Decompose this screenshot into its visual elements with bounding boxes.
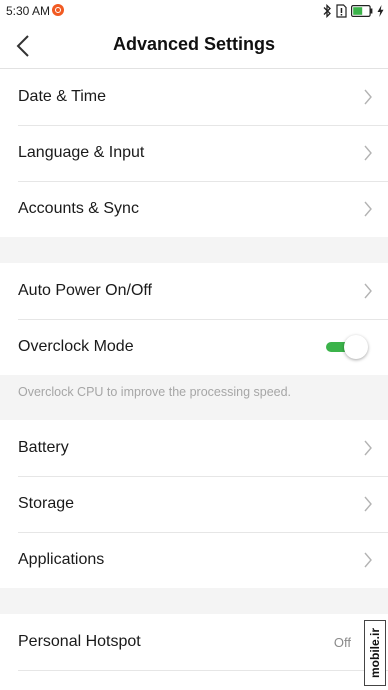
applications-row[interactable]: Applications [0, 532, 388, 588]
auto-power-row[interactable]: Auto Power On/Off [0, 263, 388, 319]
battery-row[interactable]: Battery [0, 420, 388, 476]
page-title: Advanced Settings [112, 34, 276, 54]
personal-hotspot-row[interactable]: Personal Hotspot Off [0, 614, 388, 670]
date-time-row[interactable]: Date & Time [0, 69, 388, 125]
row-label: Personal Hotspot [18, 633, 141, 650]
chevron-right-icon [364, 201, 372, 217]
status-icons [322, 3, 384, 19]
bluetooth-icon [322, 4, 332, 18]
header: Advanced Settings [0, 22, 388, 69]
accounts-sync-row[interactable]: Accounts & Sync [0, 181, 388, 237]
chevron-right-icon [364, 89, 372, 105]
row-label: Storage [18, 495, 75, 512]
row-label: Auto Power On/Off [18, 282, 152, 299]
chevron-right-icon [364, 552, 372, 568]
watermark-text: mobile.ir [368, 627, 382, 679]
charging-icon [377, 5, 384, 17]
battery-icon [351, 5, 373, 17]
toggle-knob [344, 335, 368, 359]
language-input-row[interactable]: Language & Input [0, 125, 388, 181]
settings-group-general: Date & Time Language & Input Accounts & … [0, 69, 388, 237]
chevron-right-icon [364, 283, 372, 299]
settings-group-network: Personal Hotspot Off [0, 614, 388, 690]
watermark-logo: mobile.ir [364, 620, 386, 686]
chevron-right-icon [364, 440, 372, 456]
status-time: 5:30 AM [6, 4, 51, 18]
chevron-right-icon [364, 496, 372, 512]
divider [18, 670, 388, 671]
settings-group-power: Auto Power On/Off Overclock Mode [0, 263, 388, 375]
overclock-toggle[interactable] [326, 335, 368, 359]
settings-group-device: Battery Storage Applications [0, 420, 388, 588]
overclock-hint: Overclock CPU to improve the processing … [18, 385, 292, 399]
row-label: Language & Input [18, 144, 145, 161]
row-label: Accounts & Sync [18, 200, 139, 217]
overclock-mode-row: Overclock Mode [0, 319, 388, 375]
app-notification-icon [52, 4, 64, 16]
chevron-right-icon [364, 145, 372, 161]
storage-row[interactable]: Storage [0, 476, 388, 532]
row-label: Battery [18, 439, 69, 456]
row-label: Overclock Mode [18, 338, 134, 355]
hotspot-status-value: Off [333, 635, 351, 650]
sim-icon [336, 4, 347, 18]
row-label: Date & Time [18, 88, 107, 105]
status-bar: 5:30 AM [0, 0, 388, 22]
row-label: Applications [18, 551, 105, 568]
